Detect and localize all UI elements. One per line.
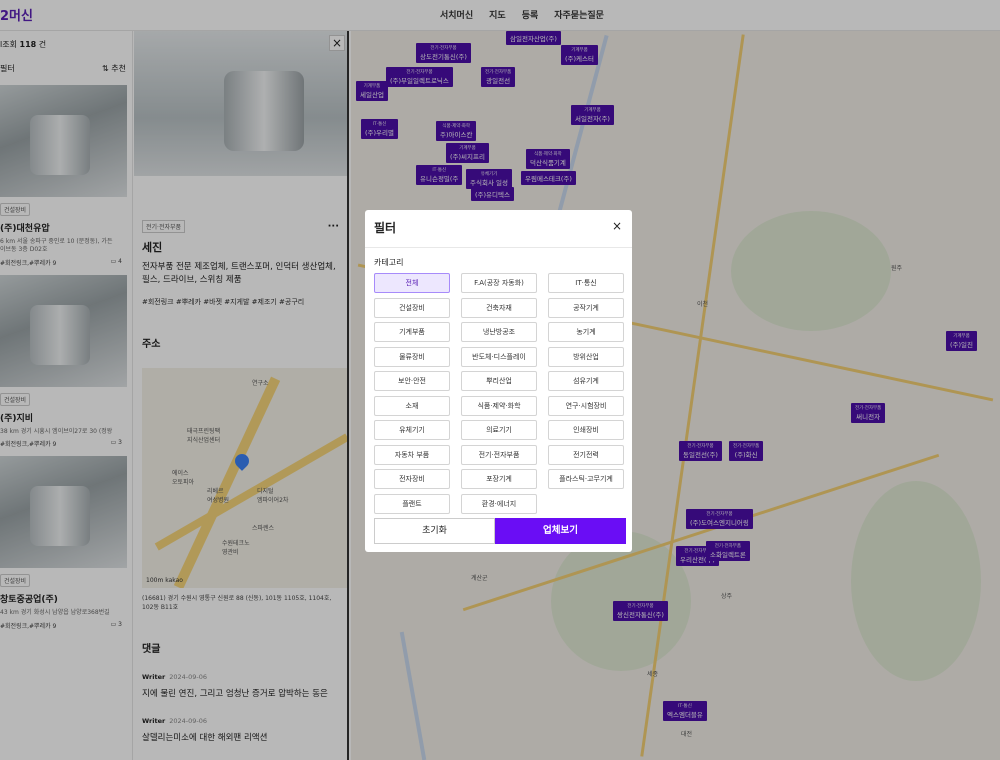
apply-button[interactable]: 업체보기: [495, 518, 626, 544]
category-chip[interactable]: 포장기계: [461, 469, 537, 489]
category-chip[interactable]: 건축자재: [461, 297, 537, 318]
reset-button[interactable]: 초기화: [374, 518, 495, 544]
category-chip[interactable]: 냉난방공조: [461, 322, 537, 342]
category-chip[interactable]: 플랜트: [374, 493, 450, 514]
category-chip[interactable]: 전체: [374, 273, 450, 293]
divider: [365, 247, 632, 248]
category-chip[interactable]: 보안·안전: [374, 371, 450, 391]
category-chip[interactable]: IT·통신: [548, 273, 624, 293]
category-chip[interactable]: 인쇄장비: [548, 420, 624, 440]
category-chip[interactable]: 자동차 부품: [374, 444, 450, 465]
category-chip[interactable]: 식품·제약·화학: [461, 395, 537, 416]
category-chip[interactable]: 전자장비: [374, 469, 450, 489]
category-chip[interactable]: 플라스틱·고무기계: [548, 469, 624, 489]
category-chip[interactable]: 연구·시험장비: [548, 395, 624, 416]
category-chip[interactable]: 농기계: [548, 322, 624, 342]
category-chip[interactable]: 환경·에너지: [461, 493, 537, 514]
category-chip[interactable]: 섬유기계: [548, 371, 624, 391]
category-chip[interactable]: 뿌리산업: [461, 371, 537, 391]
category-chip[interactable]: 의료기기: [461, 420, 537, 440]
category-chip[interactable]: 물류장비: [374, 346, 450, 367]
category-section-label: 카테고리: [374, 258, 404, 267]
category-chip[interactable]: 건설장비: [374, 297, 450, 318]
category-chip[interactable]: 공작기계: [548, 297, 624, 318]
filter-modal: 필터 × 카테고리 전체 F.A(공장 자동화) IT·통신건설장비 건축자재 공작기계…: [365, 210, 632, 552]
filter-modal-title: 필터: [374, 221, 397, 235]
category-chip[interactable]: 전기전력: [548, 444, 624, 465]
category-chip[interactable]: 기계부품: [374, 322, 450, 342]
category-chip[interactable]: 방위산업: [548, 346, 624, 367]
category-chip[interactable]: F.A(공장 자동화): [461, 273, 537, 293]
category-chip[interactable]: 반도체·디스플레이: [461, 346, 537, 367]
category-chip-grid: 전체 F.A(공장 자동화) IT·통신건설장비 건축자재 공작기계기계부품 냉난방공조 농…: [374, 273, 626, 514]
category-chip[interactable]: 유체기기: [374, 420, 450, 440]
category-chip[interactable]: 전기·전자부품: [461, 444, 537, 465]
category-chip[interactable]: 소재: [374, 395, 450, 416]
close-icon[interactable]: ×: [612, 219, 622, 233]
